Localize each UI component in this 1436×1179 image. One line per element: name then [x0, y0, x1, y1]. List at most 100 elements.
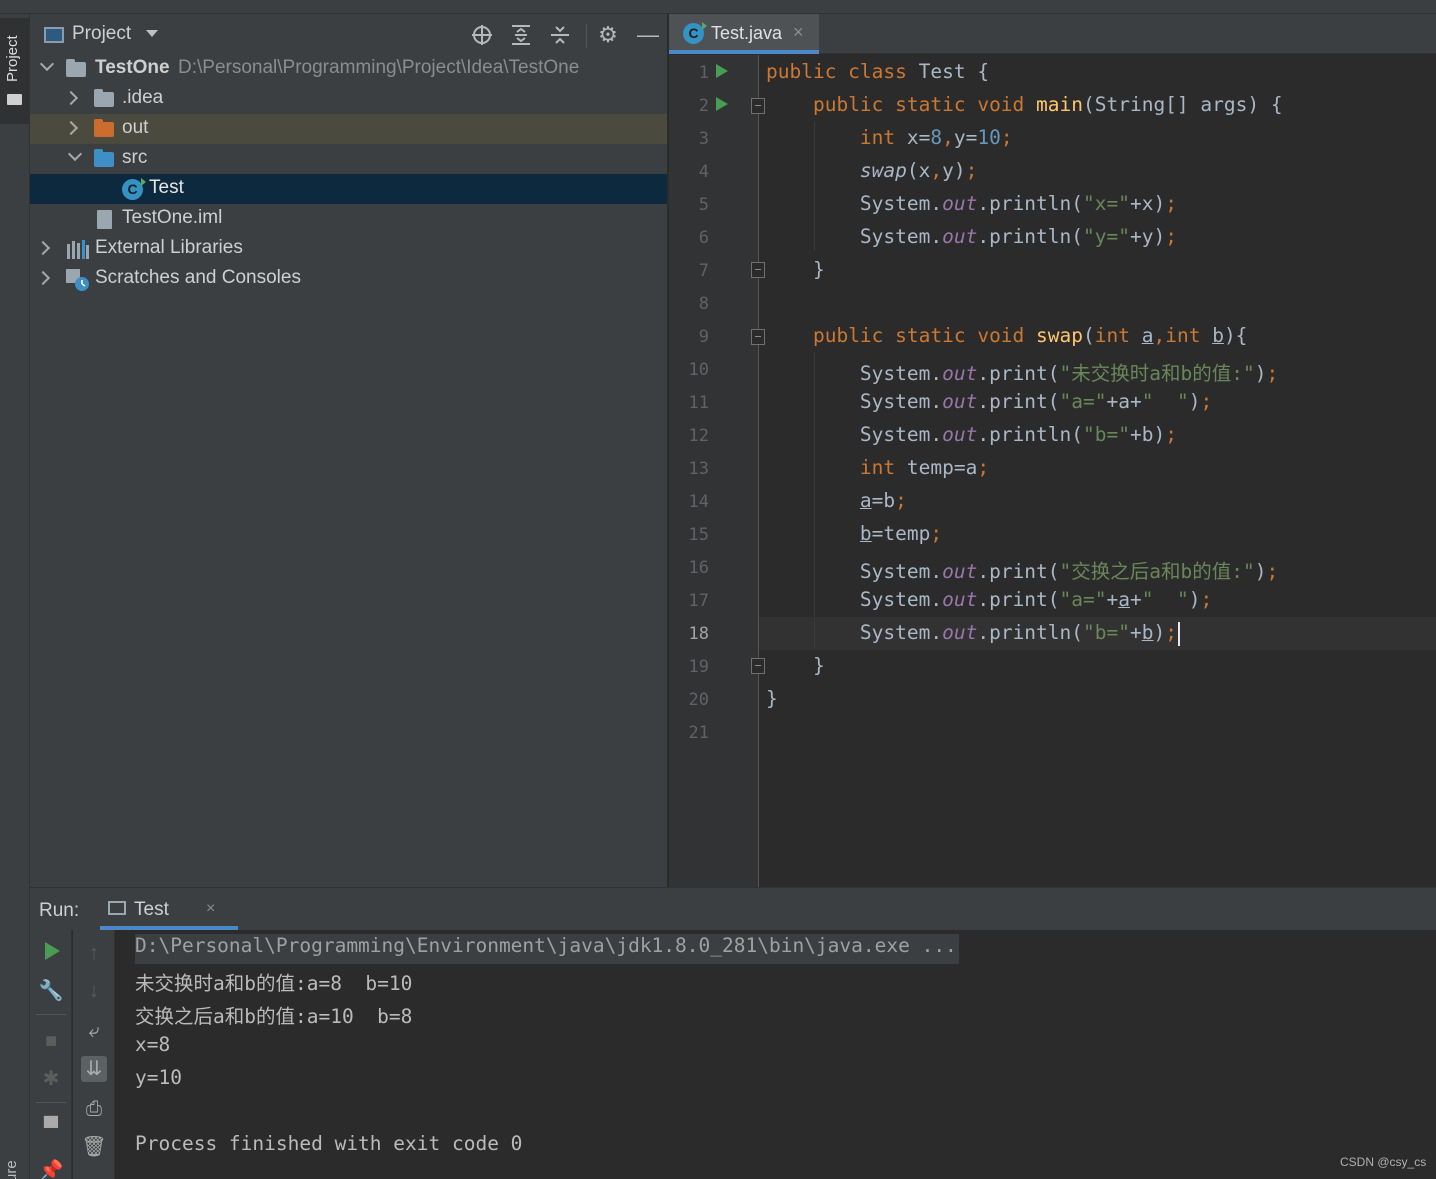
- run-header: Run: Test ×: [30, 888, 1436, 930]
- soft-wrap-icon[interactable]: ⤶: [81, 1018, 107, 1044]
- code-token: "y=": [1083, 225, 1130, 248]
- code-token: System.: [859, 423, 943, 446]
- tab-test-java[interactable]: C Test.java ×: [669, 14, 819, 54]
- code-line-20: }: [766, 687, 778, 720]
- tree-item-scratches[interactable]: Scratches and Consoles: [30, 264, 667, 294]
- folder-orange-icon: [94, 119, 114, 137]
- code-token: +: [1130, 588, 1142, 611]
- fold-icon[interactable]: [751, 329, 765, 345]
- stop-icon[interactable]: ■: [38, 1028, 64, 1054]
- code-token: public static void: [812, 324, 1037, 347]
- tree-item-out[interactable]: out: [30, 114, 667, 144]
- code-token: ;: [1266, 560, 1279, 583]
- code-token: }: [812, 654, 825, 677]
- code-token: ;: [965, 159, 978, 182]
- project-panel: Project ⚙ — TestOne D:\Personal\Programm…: [30, 14, 668, 887]
- gutter-divider: [758, 55, 759, 887]
- code-token: swap: [859, 159, 907, 182]
- folder-icon: [94, 89, 114, 107]
- line-number: 15: [688, 525, 709, 545]
- tree-item-testone[interactable]: TestOne D:\Personal\Programming\Project\…: [30, 54, 667, 84]
- locate-icon[interactable]: [470, 23, 494, 47]
- run-label: Run:: [39, 900, 80, 921]
- line-number: 6: [698, 228, 709, 248]
- console-output[interactable]: D:\Personal\Programming\Environment\java…: [135, 934, 1425, 1179]
- line-number: 16: [688, 558, 709, 578]
- code-token: ): [1188, 588, 1201, 611]
- toolbar-divider: [36, 1014, 66, 1015]
- code-token: }: [766, 687, 778, 710]
- close-icon[interactable]: ×: [793, 22, 804, 43]
- line-number: 14: [688, 492, 709, 512]
- code-editor[interactable]: 1 2 3 4 5 6 7 8 9 10 11 12 13 14 15 16 17 18 19 20 21 public…: [669, 55, 1436, 887]
- tree-item-label: .idea: [122, 87, 164, 108]
- line-number: 10: [688, 360, 709, 380]
- watermark: CSDN @csy_cs: [1340, 1155, 1427, 1169]
- layout-icon[interactable]: ▀: [38, 1115, 64, 1141]
- code-token: int: [1094, 324, 1142, 347]
- code-token: a: [1118, 588, 1130, 611]
- code-token: x=: [906, 126, 931, 149]
- line-number: 7: [698, 261, 709, 281]
- debug-icon[interactable]: ✱: [38, 1066, 64, 1092]
- down-arrow-icon[interactable]: ↓: [81, 978, 107, 1004]
- header-divider: [586, 24, 587, 48]
- fold-icon[interactable]: [751, 98, 765, 114]
- code-line-10: System.out.print("未交换时a和b的值:");: [766, 357, 1278, 390]
- tree-item-src[interactable]: src: [30, 144, 667, 174]
- line-number: 4: [698, 162, 709, 182]
- code-line-17: System.out.print("a="+a+" ");: [766, 588, 1212, 621]
- line-number: 20: [688, 690, 709, 710]
- fold-icon[interactable]: [751, 658, 765, 674]
- structure-stripe-label[interactable]: ure: [3, 1160, 20, 1179]
- chevron-right-icon[interactable]: [35, 240, 51, 256]
- project-tool-window-button[interactable]: Project: [0, 18, 29, 124]
- folder-icon: [7, 94, 22, 105]
- run-gutter-icon[interactable]: [716, 64, 728, 78]
- code-token: "a=": [1059, 390, 1107, 413]
- print-icon[interactable]: ⎙: [81, 1096, 107, 1122]
- rerun-icon[interactable]: [45, 942, 60, 960]
- code-token: System.: [859, 588, 943, 611]
- tree-item-test[interactable]: C Test: [30, 174, 667, 204]
- pin-icon[interactable]: 📌: [38, 1158, 64, 1179]
- scroll-to-end-icon[interactable]: ⇊: [81, 1056, 107, 1082]
- code-token: +: [1129, 621, 1142, 644]
- tree-item-idea[interactable]: .idea: [30, 84, 667, 114]
- line-number: 11: [688, 393, 709, 413]
- code-token: +: [1106, 588, 1119, 611]
- code-token: System.: [859, 362, 943, 385]
- gear-icon[interactable]: ⚙: [596, 23, 620, 47]
- minimize-icon[interactable]: —: [636, 23, 660, 47]
- tree-item-external-libraries[interactable]: External Libraries: [30, 234, 667, 264]
- fold-icon[interactable]: [751, 262, 765, 278]
- run-tab-test[interactable]: Test ×: [100, 888, 238, 930]
- code-token: ;: [1165, 225, 1177, 248]
- project-view-selector[interactable]: Project: [72, 23, 131, 45]
- chevron-right-icon[interactable]: [35, 270, 51, 286]
- chevron-down-icon[interactable]: [146, 30, 158, 37]
- chevron-down-icon[interactable]: [67, 146, 83, 162]
- line-number: 9: [698, 327, 709, 347]
- code-line-13: int temp=a;: [766, 456, 989, 489]
- code-token: System.: [859, 621, 943, 644]
- expand-all-icon[interactable]: [509, 23, 533, 47]
- code-token: .print(: [977, 588, 1060, 611]
- code-token: out: [942, 390, 978, 413]
- chevron-right-icon[interactable]: [63, 120, 79, 136]
- tree-item-iml[interactable]: TestOne.iml: [30, 204, 667, 234]
- line-number: 1: [698, 63, 709, 83]
- line-number: 13: [688, 459, 709, 479]
- up-arrow-icon[interactable]: ↑: [81, 940, 107, 966]
- run-toolbar-right: ↑ ↓ ⤶ ⇊ ⎙ 🗑: [73, 930, 115, 1179]
- code-token: out: [942, 362, 978, 385]
- trash-icon[interactable]: 🗑: [81, 1134, 107, 1160]
- code-token: out: [942, 225, 978, 248]
- collapse-all-icon[interactable]: [548, 23, 572, 47]
- chevron-down-icon[interactable]: [39, 56, 55, 72]
- run-gutter-icon[interactable]: [716, 97, 728, 111]
- close-icon[interactable]: ×: [206, 900, 215, 918]
- wrench-icon[interactable]: 🔧: [38, 978, 64, 1004]
- editor-tab-bar: C Test.java ×: [669, 14, 1436, 54]
- chevron-right-icon[interactable]: [63, 90, 79, 106]
